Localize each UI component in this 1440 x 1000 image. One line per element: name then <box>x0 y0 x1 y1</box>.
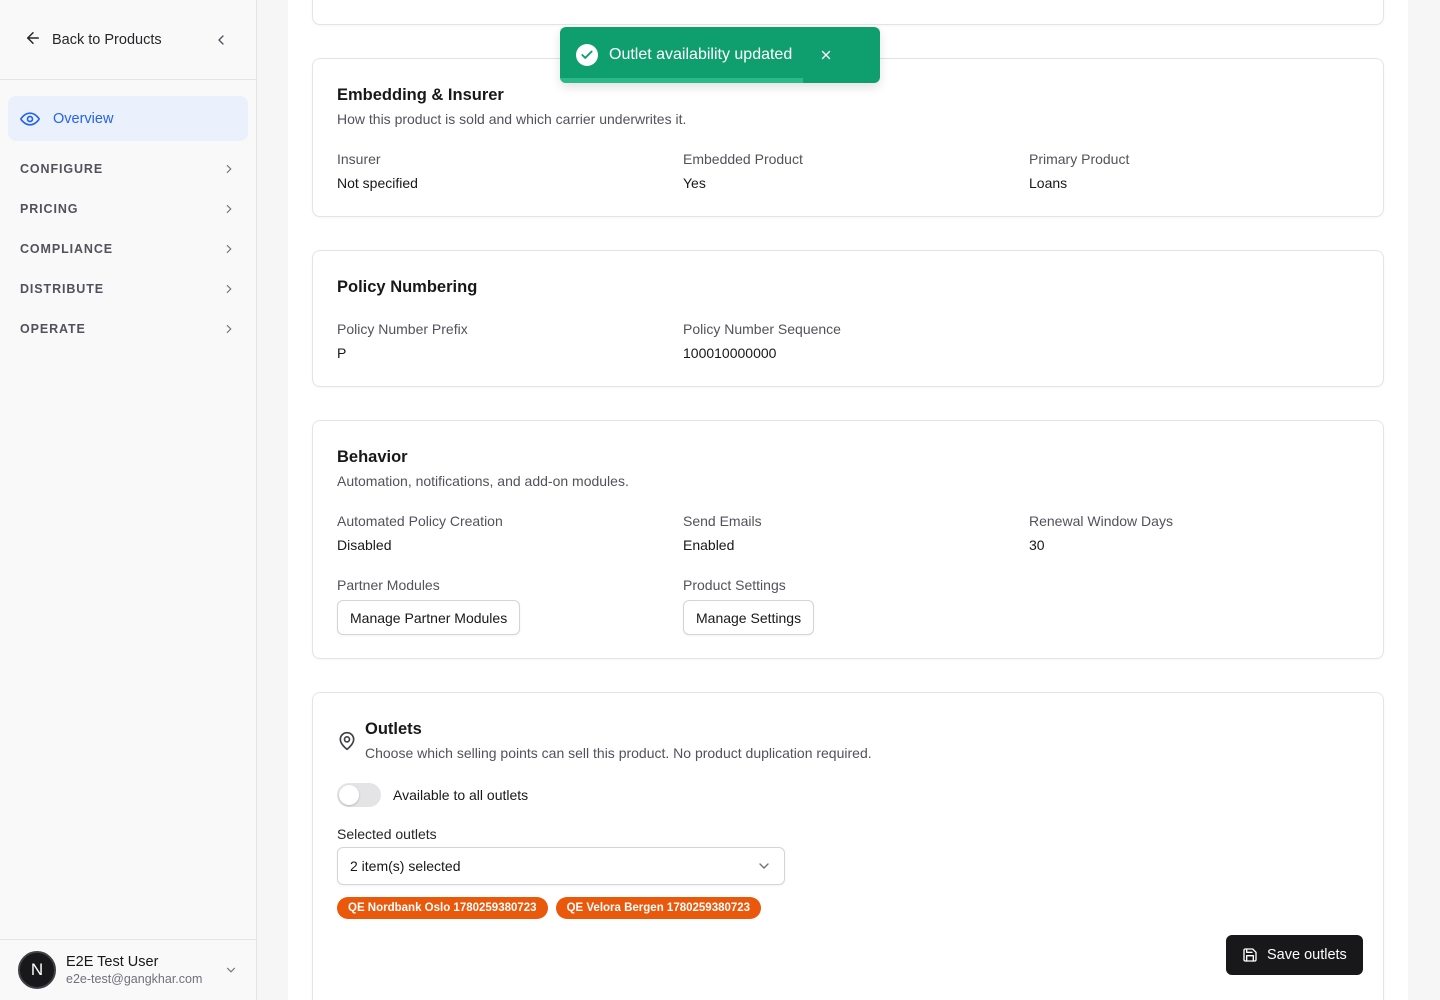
sidebar-group-operate[interactable]: OPERATE <box>8 309 248 349</box>
card-subtitle: How this product is sold and which carri… <box>337 111 687 127</box>
eye-icon <box>20 111 40 126</box>
sidebar-group-compliance[interactable]: COMPLIANCE <box>8 229 248 269</box>
field-policy-sequence: Policy Number Sequence 100010000000 <box>683 321 841 361</box>
all-outlets-row: Available to all outlets <box>337 783 528 807</box>
field-label: Embedded Product <box>683 151 803 167</box>
map-pin-icon <box>337 730 357 757</box>
field-label: Send Emails <box>683 513 762 529</box>
outlets-select[interactable]: 2 item(s) selected <box>337 847 785 885</box>
field-label: Policy Number Prefix <box>337 321 468 337</box>
user-email: e2e-test@gangkhar.com <box>66 972 203 986</box>
user-name: E2E Test User <box>66 954 159 970</box>
outlets-card: Outlets Choose which selling points can … <box>312 692 1384 1000</box>
previous-card <box>312 0 1384 25</box>
field-primary-product: Primary Product Loans <box>1029 151 1129 191</box>
card-subtitle: Choose which selling points can sell thi… <box>365 745 872 761</box>
behavior-card: Behavior Automation, notifications, and … <box>312 420 1384 659</box>
close-icon[interactable] <box>819 48 833 62</box>
save-icon <box>1243 948 1257 962</box>
save-outlets-button[interactable]: Save outlets <box>1226 935 1363 975</box>
field-renewal-window-days: Renewal Window Days 30 <box>1029 513 1173 553</box>
field-embedded-product: Embedded Product Yes <box>683 151 803 191</box>
chevron-down-icon <box>224 963 238 977</box>
select-value: 2 item(s) selected <box>350 858 461 874</box>
sidebar-group-label: PRICING <box>20 202 79 216</box>
field-policy-prefix: Policy Number Prefix P <box>337 321 468 361</box>
field-value: 30 <box>1029 537 1045 553</box>
field-label: Partner Modules <box>337 577 440 593</box>
back-to-products-label: Back to Products <box>52 31 162 48</box>
user-menu[interactable]: N E2E Test User e2e-test@gangkhar.com <box>0 939 256 1000</box>
chevron-right-icon <box>222 242 236 256</box>
toggle-label: Available to all outlets <box>393 787 529 803</box>
app-root: Back to Products Overview CONFIGURE PRIC… <box>0 0 1440 1000</box>
field-label: Policy Number Sequence <box>683 321 841 337</box>
sidebar-group-label: COMPLIANCE <box>20 242 114 256</box>
selected-outlet-chips: QE Nordbank Oslo 1780259380723 QE Velora… <box>337 897 769 919</box>
card-subtitle: Automation, notifications, and add-on mo… <box>337 473 629 489</box>
chevron-right-icon <box>222 202 236 216</box>
field-value: Not specified <box>337 175 418 191</box>
field-label: Primary Product <box>1029 151 1130 167</box>
field-label: Product Settings <box>683 577 786 593</box>
sidebar-group-label: OPERATE <box>20 322 86 336</box>
sidebar-header: Back to Products <box>0 0 256 80</box>
chevron-left-icon <box>218 34 224 45</box>
field-label: Insurer <box>337 151 381 167</box>
field-partner-modules: Partner Modules Manage Partner Modules <box>337 577 521 635</box>
sidebar-group-distribute[interactable]: DISTRIBUTE <box>8 269 248 309</box>
sidebar-nav: Overview CONFIGURE PRICING COMPLIANCE DI… <box>0 80 256 365</box>
field-insurer: Insurer Not specified <box>337 151 418 191</box>
field-send-emails: Send Emails Enabled <box>683 513 762 553</box>
avatar: N <box>18 951 56 989</box>
card-title: Behavior <box>337 448 408 466</box>
manage-partner-modules-button[interactable]: Manage Partner Modules <box>337 600 521 635</box>
sidebar-item-overview[interactable]: Overview <box>8 96 248 141</box>
toast-message: Outlet availability updated <box>609 46 793 63</box>
field-value: Yes <box>683 175 706 191</box>
card-title: Outlets <box>365 720 422 738</box>
policy-numbering-card: Policy Numbering Policy Number Prefix P … <box>312 250 1384 387</box>
back-to-products-link[interactable]: Back to Products <box>24 29 162 51</box>
user-info: E2E Test User e2e-test@gangkhar.com <box>66 954 202 986</box>
field-label: Renewal Window Days <box>1029 513 1173 529</box>
outlet-chip: QE Velora Bergen 1780259380723 <box>555 897 762 919</box>
field-product-settings: Product Settings Manage Settings <box>683 577 815 635</box>
sidebar: Back to Products Overview CONFIGURE PRIC… <box>0 0 257 1000</box>
arrow-left-icon <box>24 29 42 51</box>
sidebar-item-label: Overview <box>53 110 114 127</box>
toast-progress-bar <box>560 78 804 83</box>
field-label: Automated Policy Creation <box>337 513 503 529</box>
card-title: Embedding & Insurer <box>337 86 504 104</box>
manage-settings-button[interactable]: Manage Settings <box>683 600 815 635</box>
field-value: Disabled <box>337 537 392 553</box>
card-title: Policy Numbering <box>337 278 478 296</box>
sidebar-group-configure[interactable]: CONFIGURE <box>8 149 248 189</box>
collapse-sidebar-button[interactable] <box>210 29 232 51</box>
save-outlets-label: Save outlets <box>1267 947 1347 963</box>
outlet-chip: QE Nordbank Oslo 1780259380723 <box>337 897 548 919</box>
chevron-right-icon <box>222 162 236 176</box>
sidebar-group-label: CONFIGURE <box>20 162 104 176</box>
field-value: Loans <box>1029 175 1068 191</box>
all-outlets-toggle[interactable] <box>337 783 381 807</box>
selected-outlets-label: Selected outlets <box>337 826 437 842</box>
check-circle-icon <box>576 44 598 66</box>
chevron-down-icon <box>756 858 772 874</box>
chevron-right-icon <box>222 282 236 296</box>
toggle-knob <box>339 785 359 805</box>
field-value: P <box>337 345 347 361</box>
main-content: Embedding & Insurer How this product is … <box>288 0 1408 1000</box>
sidebar-group-label: DISTRIBUTE <box>20 282 104 296</box>
sidebar-group-pricing[interactable]: PRICING <box>8 189 248 229</box>
field-value: 100010000000 <box>683 345 777 361</box>
field-value: Enabled <box>683 537 735 553</box>
field-automated-policy-creation: Automated Policy Creation Disabled <box>337 513 503 553</box>
chevron-right-icon <box>222 322 236 336</box>
toast-notification: Outlet availability updated <box>560 27 880 83</box>
